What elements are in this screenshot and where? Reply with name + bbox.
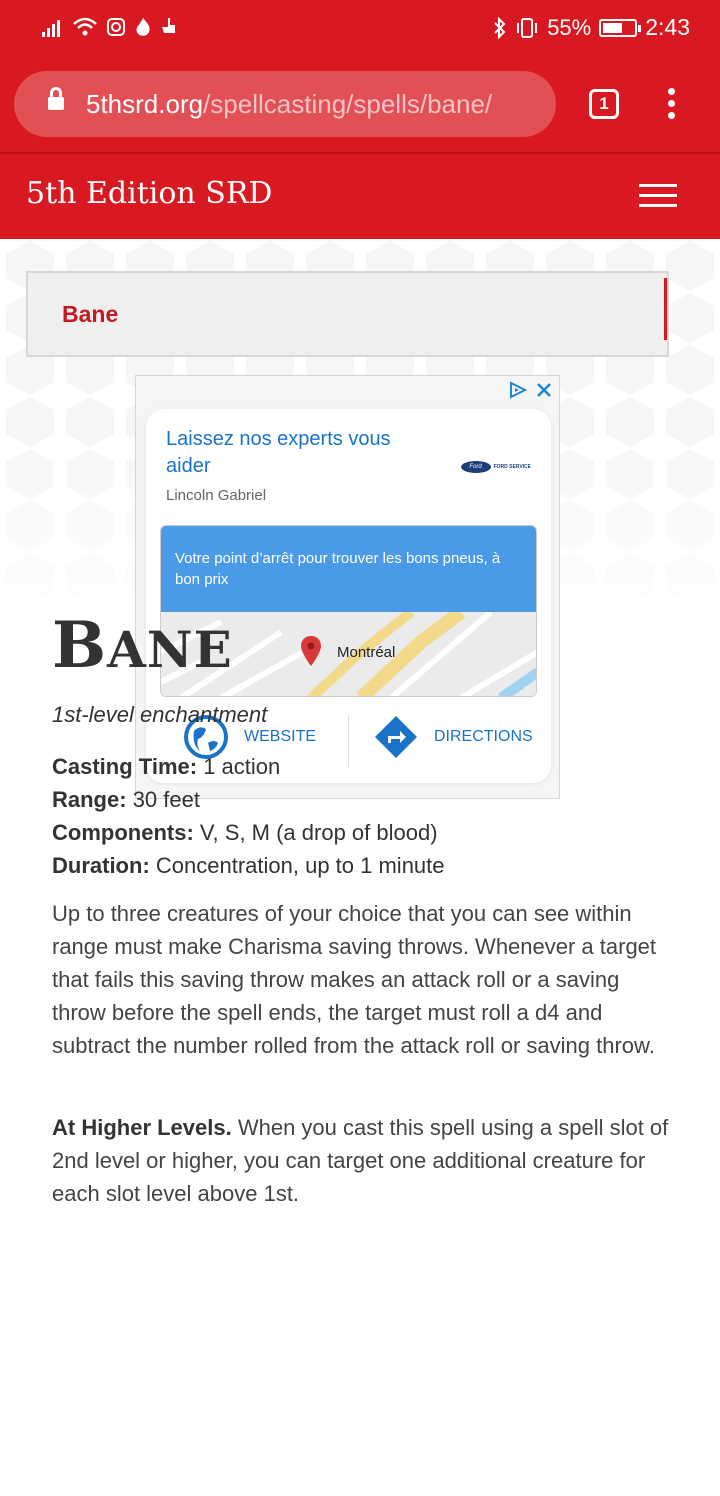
casting-time-value: 1 action (203, 754, 281, 779)
higher-levels-label: At Higher Levels. (52, 1115, 232, 1140)
components-row: Components: V, S, M (a drop of blood) (52, 816, 445, 849)
app-notification-icon (162, 18, 175, 33)
browser-toolbar: 5thsrd.org/spellcasting/spells/bane/ 1 (0, 58, 720, 152)
components-label: Components: (52, 820, 194, 845)
hamburger-menu-icon[interactable] (639, 184, 677, 210)
ford-logo: Ford (460, 461, 491, 473)
fire-icon (136, 18, 150, 36)
url-text[interactable]: 5thsrd.org/spellcasting/spells/bane/ (86, 89, 492, 120)
breadcrumb: Bane (26, 271, 669, 357)
breadcrumb-accent (664, 278, 667, 340)
lock-icon (48, 87, 64, 111)
clock: 2:43 (645, 14, 690, 40)
ad-directions-label: DIRECTIONS (434, 728, 533, 745)
site-title[interactable]: 5th Edition SRD (26, 176, 272, 211)
battery-icon (599, 18, 642, 37)
site-header: 5th Edition SRD (0, 152, 720, 239)
spell-description: Up to three creatures of your choice tha… (52, 901, 657, 1058)
duration-label: Duration: (52, 853, 150, 878)
ad-choices[interactable] (507, 378, 553, 401)
ad-banner-text: Votre point d’arrêt pour trouver les bon… (161, 526, 536, 612)
browser-menu-icon[interactable] (668, 88, 676, 122)
range-label: Range: (52, 787, 127, 812)
spell-properties: Casting Time: 1 action Range: 30 feet Co… (52, 750, 445, 882)
status-icons-left (42, 16, 178, 38)
url-path: /spellcasting/spells/bane/ (203, 89, 493, 119)
battery-percent: 55% (547, 14, 592, 40)
duration-value: Concentration, up to 1 minute (155, 853, 445, 878)
map-label: Montréal (337, 644, 396, 661)
signal-icon (42, 20, 60, 37)
spell-level: 1st-level enchantment (52, 702, 268, 727)
higher-levels-paragraph: At Higher Levels. When you cast this spe… (52, 1111, 672, 1210)
adchoices-icon[interactable] (507, 380, 529, 400)
wifi-icon (73, 17, 97, 36)
components-value: V, S, M (a drop of blood) (199, 820, 438, 845)
map-pin-icon (301, 636, 321, 666)
close-icon[interactable] (535, 381, 553, 399)
duration-row: Duration: Concentration, up to 1 minute (52, 849, 445, 882)
ford-service-text: FORD SERVICE (493, 464, 531, 470)
vibrate-icon (517, 17, 538, 38)
ad-advertiser: Lincoln Gabriel (166, 487, 267, 504)
tab-switcher-button[interactable]: 1 (589, 89, 619, 119)
bluetooth-icon (494, 16, 506, 39)
range-row: Range: 30 feet (52, 783, 445, 816)
page-title: BANE (52, 608, 233, 683)
status-bar: 55% 2:43 (0, 0, 720, 58)
instagram-icon (107, 18, 125, 36)
ad-headline[interactable]: Laissez nos experts vous aider (166, 426, 436, 480)
title-initial: B (52, 608, 108, 683)
ad-website-label: WEBSITE (244, 728, 317, 745)
address-bar[interactable]: 5thsrd.org/spellcasting/spells/bane/ (14, 71, 556, 137)
title-rest: ANE (107, 620, 233, 679)
breadcrumb-current[interactable]: Bane (62, 301, 118, 328)
range-value: 30 feet (132, 787, 200, 812)
url-domain: 5thsrd.org (86, 89, 204, 119)
casting-time-row: Casting Time: 1 action (52, 750, 445, 783)
casting-time-label: Casting Time: (52, 754, 198, 779)
ad-brand-logo: Ford FORD SERVICE (460, 461, 531, 473)
ad-container: Laissez nos experts vous aider Ford FORD… (135, 375, 560, 799)
status-icons-right: 55% 2:43 (493, 14, 690, 41)
